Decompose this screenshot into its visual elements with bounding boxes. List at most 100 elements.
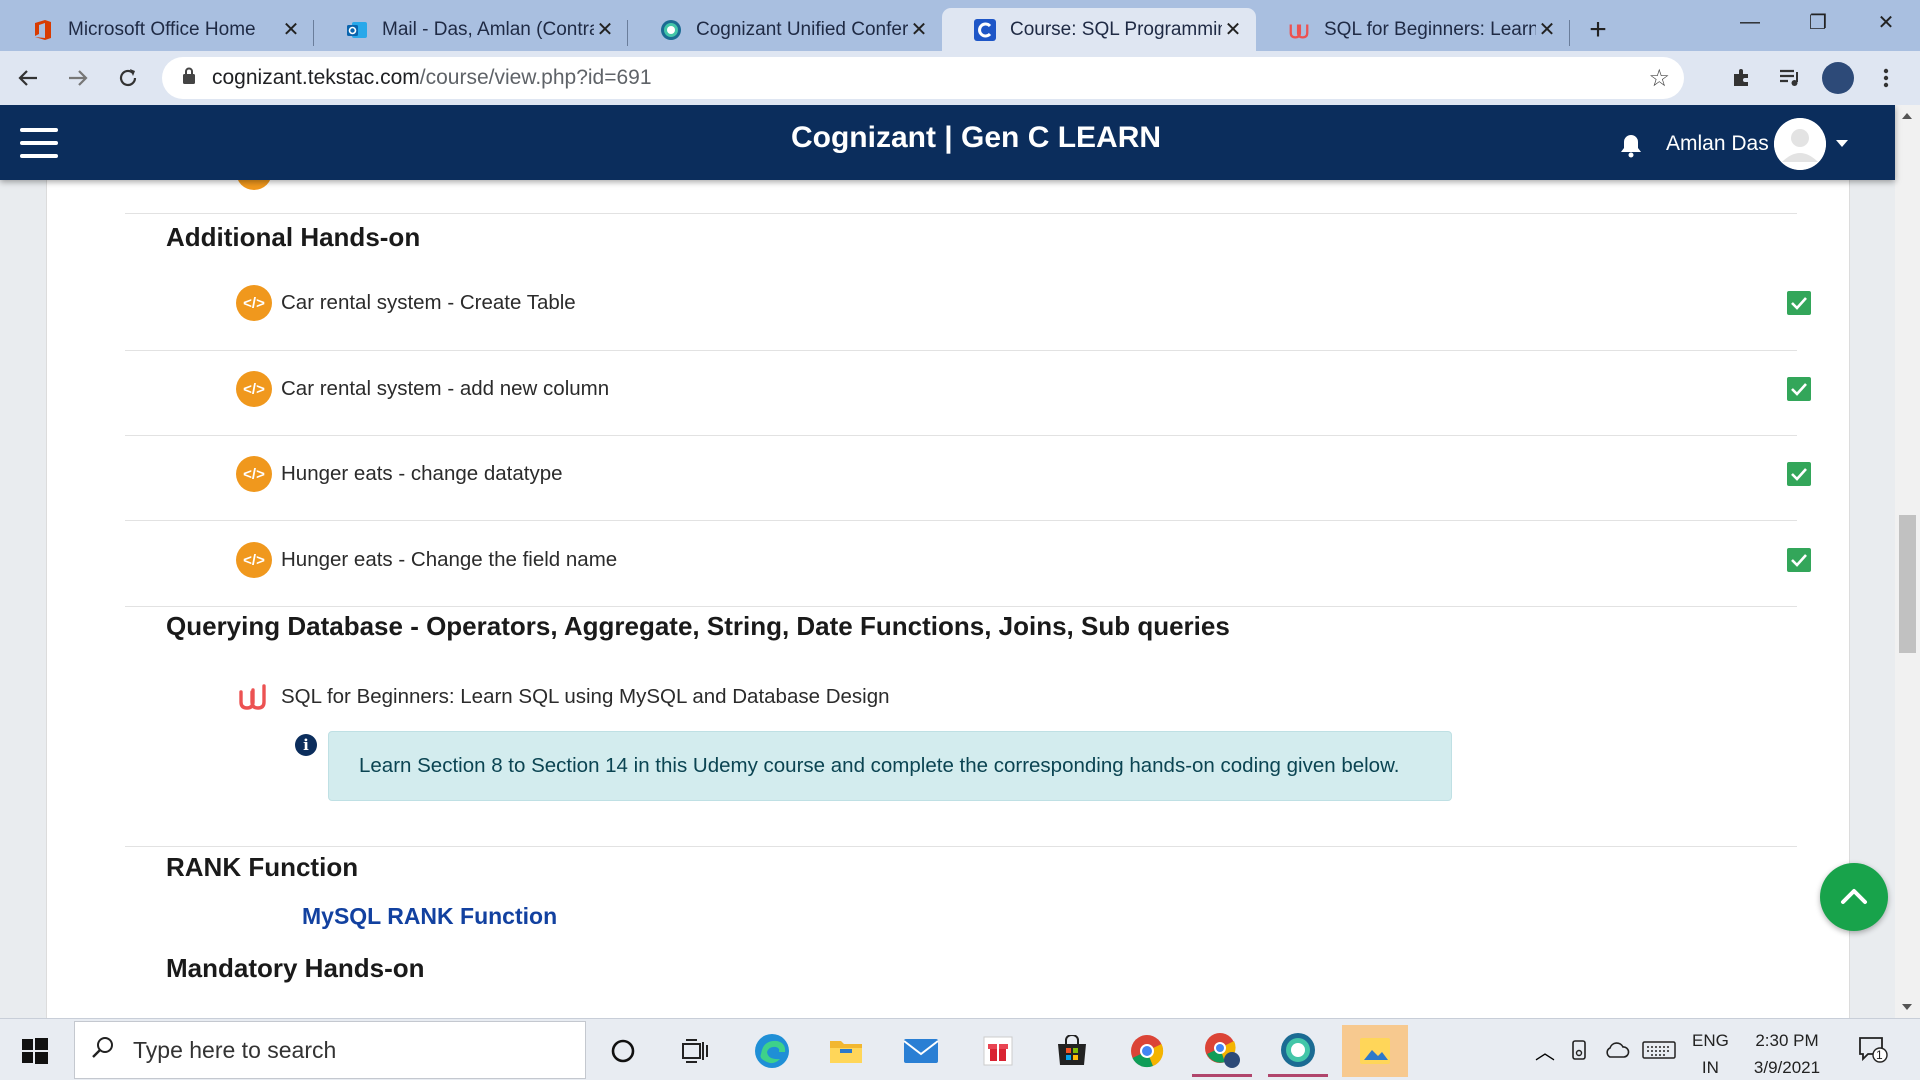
udemy-icon <box>236 679 272 715</box>
bookmark-star-icon[interactable]: ☆ <box>1648 64 1670 93</box>
activity-item[interactable]: </> Car rental system - Create Table <box>236 283 1796 323</box>
conference-icon <box>660 19 682 41</box>
onedrive-cloud-icon[interactable] <box>1598 1041 1636 1059</box>
mysql-rank-function-link[interactable]: MySQL RANK Function <box>302 903 557 930</box>
windows-taskbar: Type here to search ︿ ENG IN 2:30 PM 3/9… <box>0 1018 1920 1080</box>
code-icon: </> <box>236 456 272 492</box>
extensions-puzzle-icon[interactable] <box>1718 56 1766 100</box>
activity-item[interactable]: </> Hunger eats - Change the field name <box>236 540 1796 580</box>
web-page: Additional Hands-on </> Car rental syste… <box>0 105 1920 1018</box>
minimize-icon[interactable]: — <box>1716 0 1784 44</box>
office-icon <box>32 19 54 41</box>
tab-title: Course: SQL Programming <box>1010 18 1222 40</box>
activity-item[interactable]: </> Car rental system - add new column <box>236 369 1796 409</box>
udemy-course-item[interactable]: SQL for Beginners: Learn SQL using MySQL… <box>236 677 1796 717</box>
divider <box>125 435 1797 436</box>
search-placeholder: Type here to search <box>133 1036 337 1063</box>
course-content: Additional Hands-on </> Car rental syste… <box>46 105 1850 1018</box>
tab-title: Mail - Das, Amlan (Contract <box>382 18 594 40</box>
scroll-down-arrow-icon[interactable] <box>1902 1004 1912 1010</box>
user-avatar[interactable] <box>1774 118 1826 170</box>
activity-link[interactable]: Hunger eats - Change the field name <box>281 548 617 572</box>
gift-app-icon[interactable] <box>968 1025 1028 1077</box>
activity-link[interactable]: Hunger eats - change datatype <box>281 462 563 486</box>
media-queue-icon[interactable] <box>1766 56 1814 100</box>
browser-tab-strip: Microsoft Office Home ✕ Mail - Das, Amla… <box>0 0 1920 51</box>
scrollbar-thumb[interactable] <box>1899 515 1916 653</box>
activity-item[interactable]: </> Hunger eats - change datatype <box>236 454 1796 494</box>
page-scrollbar[interactable] <box>1895 105 1920 1018</box>
divider <box>125 213 1797 214</box>
notification-count: 1 <box>1876 1048 1883 1062</box>
lock-icon <box>182 67 202 90</box>
forward-icon[interactable] <box>56 56 100 100</box>
windows-start-icon[interactable] <box>22 1038 48 1064</box>
close-window-icon[interactable]: ✕ <box>1852 0 1920 44</box>
address-bar[interactable]: cognizant.tekstac.com/course/view.php?id… <box>162 57 1684 99</box>
scroll-to-top-button[interactable] <box>1820 863 1888 931</box>
close-icon[interactable]: ✕ <box>594 17 616 42</box>
chevron-down-icon[interactable] <box>1836 140 1848 147</box>
back-icon[interactable] <box>6 56 50 100</box>
chevron-up-icon[interactable]: ︿ <box>1530 1036 1560 1065</box>
task-view-icon[interactable] <box>665 1025 725 1077</box>
keyboard-icon[interactable] <box>1636 1040 1682 1060</box>
action-center-icon[interactable]: 1 <box>1858 1035 1888 1063</box>
divider <box>125 606 1797 607</box>
section-title-querying-database: Querying Database - Operators, Aggregate… <box>166 611 1230 641</box>
info-callout: Learn Section 8 to Section 14 in this Ud… <box>328 731 1452 801</box>
microsoft-store-icon[interactable] <box>1042 1025 1102 1077</box>
site-header: Cognizant | Gen C LEARN Amlan Das <box>0 105 1895 180</box>
edge-icon[interactable] <box>742 1025 802 1077</box>
udemy-course-link[interactable]: SQL for Beginners: Learn SQL using MySQL… <box>281 685 890 709</box>
new-tab-button[interactable]: + <box>1570 8 1626 51</box>
reload-icon[interactable] <box>106 56 150 100</box>
photos-app-icon[interactable] <box>1342 1025 1408 1077</box>
url-path: /course/view.php?id=691 <box>419 66 652 89</box>
cortana-icon[interactable] <box>593 1025 653 1077</box>
mail-icon[interactable] <box>891 1025 951 1077</box>
tab-conference[interactable]: Cognizant Unified Conferen ✕ <box>628 8 942 51</box>
file-explorer-icon[interactable] <box>816 1025 876 1077</box>
close-icon[interactable]: ✕ <box>1222 17 1244 42</box>
browser-menu-icon[interactable] <box>1862 56 1910 100</box>
section-title-rank-function: RANK Function <box>166 852 359 882</box>
device-icon[interactable] <box>1560 1039 1598 1061</box>
divider <box>125 846 1797 847</box>
language-indicator[interactable]: ENG IN <box>1692 1027 1729 1080</box>
close-icon[interactable]: ✕ <box>280 17 302 42</box>
profile-avatar[interactable] <box>1814 56 1862 100</box>
code-icon: </> <box>236 285 272 321</box>
activity-link[interactable]: Car rental system - add new column <box>281 377 609 401</box>
browser-toolbar: cognizant.tekstac.com/course/view.php?id… <box>0 51 1920 105</box>
chrome-icon[interactable] <box>1117 1025 1177 1077</box>
taskbar-search-box[interactable]: Type here to search <box>74 1021 586 1079</box>
completion-checkbox[interactable] <box>1787 291 1811 315</box>
completion-checkbox[interactable] <box>1787 462 1811 486</box>
user-name[interactable]: Amlan Das <box>1666 132 1769 156</box>
clock-time: 2:30 PM <box>1755 1031 1819 1050</box>
avatar <box>1822 62 1854 94</box>
url-text: cognizant.tekstac.com/course/view.php?id… <box>212 66 652 90</box>
clock-date: 3/9/2021 <box>1753 1058 1821 1077</box>
system-clock[interactable]: 2:30 PM 3/9/2021 <box>1748 1027 1826 1080</box>
close-icon[interactable]: ✕ <box>908 17 930 42</box>
close-icon[interactable]: ✕ <box>1536 17 1558 42</box>
lang-code: ENG <box>1692 1031 1729 1050</box>
window-controls: — ❐ ✕ <box>1716 0 1920 44</box>
tab-udemy-sql[interactable]: SQL for Beginners: Learn SC ✕ <box>1256 8 1570 51</box>
tab-title: Cognizant Unified Conferen <box>696 18 908 40</box>
completion-checkbox[interactable] <box>1787 377 1811 401</box>
activity-link[interactable]: Car rental system - Create Table <box>281 291 576 315</box>
scroll-up-arrow-icon[interactable] <box>1902 113 1912 119</box>
tab-mail[interactable]: Mail - Das, Amlan (Contract ✕ <box>314 8 628 51</box>
chrome-profile-icon[interactable] <box>1192 1025 1252 1077</box>
completion-checkbox[interactable] <box>1787 548 1811 572</box>
tab-course-sql-programming[interactable]: Course: SQL Programming ✕ <box>942 8 1256 51</box>
chevron-up-icon <box>1841 889 1867 904</box>
notification-bell-icon[interactable] <box>1618 132 1644 158</box>
restore-icon[interactable]: ❐ <box>1784 0 1852 44</box>
tab-title: SQL for Beginners: Learn SC <box>1324 18 1536 40</box>
conference-app-icon[interactable] <box>1268 1025 1328 1077</box>
tab-office-home[interactable]: Microsoft Office Home ✕ <box>0 8 314 51</box>
